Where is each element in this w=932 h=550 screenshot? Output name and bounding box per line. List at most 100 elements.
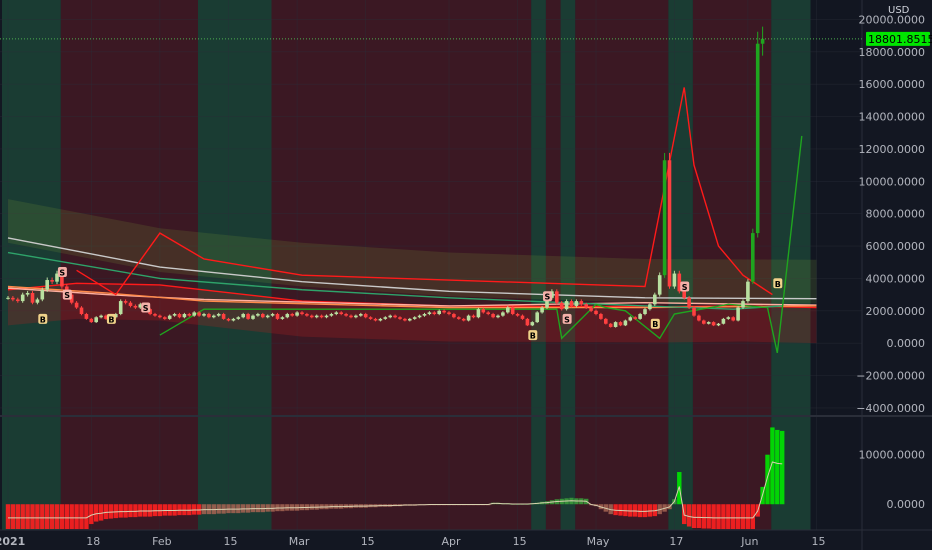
histogram-bar[interactable] xyxy=(54,504,60,530)
candle[interactable] xyxy=(216,314,221,316)
candle[interactable] xyxy=(540,307,544,313)
histogram-bar[interactable] xyxy=(89,504,94,525)
candle[interactable] xyxy=(525,318,530,326)
candle[interactable] xyxy=(481,309,486,313)
candle[interactable] xyxy=(437,310,441,315)
histogram-bar[interactable] xyxy=(108,504,114,519)
candle[interactable] xyxy=(11,297,15,300)
histogram-bar[interactable] xyxy=(5,504,11,530)
candle[interactable] xyxy=(628,317,633,321)
candle[interactable] xyxy=(711,322,716,326)
candle[interactable] xyxy=(319,315,324,318)
candle[interactable] xyxy=(403,318,407,321)
candle[interactable] xyxy=(643,309,647,315)
candle[interactable] xyxy=(510,307,515,315)
candle[interactable] xyxy=(167,315,172,319)
candle[interactable] xyxy=(535,312,539,323)
candle[interactable] xyxy=(368,317,373,319)
histogram-bar[interactable] xyxy=(123,504,128,518)
histogram-bar[interactable] xyxy=(711,504,716,530)
candle[interactable] xyxy=(398,317,402,319)
candle[interactable] xyxy=(45,280,49,290)
candle[interactable] xyxy=(755,43,760,234)
candle[interactable] xyxy=(35,299,40,303)
candle[interactable] xyxy=(270,314,275,316)
candle[interactable] xyxy=(461,318,466,321)
candle[interactable] xyxy=(305,314,309,316)
histogram-bar[interactable] xyxy=(15,504,20,530)
candle[interactable] xyxy=(574,301,579,306)
candle[interactable] xyxy=(324,315,329,318)
candle[interactable] xyxy=(310,315,314,318)
candle[interactable] xyxy=(559,302,564,310)
candle[interactable] xyxy=(751,233,755,282)
candle[interactable] xyxy=(721,318,726,324)
candle[interactable] xyxy=(687,297,691,308)
histogram-bar[interactable] xyxy=(691,504,697,529)
histogram-bar[interactable] xyxy=(64,504,69,530)
candle[interactable] xyxy=(339,312,343,315)
candle[interactable] xyxy=(638,314,642,319)
candle[interactable] xyxy=(207,314,211,318)
candle[interactable] xyxy=(177,314,182,318)
candle[interactable] xyxy=(452,314,456,318)
candle[interactable] xyxy=(6,297,10,299)
candle[interactable] xyxy=(408,318,412,321)
candle[interactable] xyxy=(246,314,250,319)
candle[interactable] xyxy=(172,314,177,316)
candle[interactable] xyxy=(442,310,446,313)
histogram-bar[interactable] xyxy=(25,504,30,530)
candle[interactable] xyxy=(290,314,294,316)
candle[interactable] xyxy=(653,294,657,305)
histogram-bar[interactable] xyxy=(765,454,770,505)
candle[interactable] xyxy=(99,315,103,318)
histogram-bar[interactable] xyxy=(147,504,153,517)
histogram-bar[interactable] xyxy=(98,504,104,521)
candle[interactable] xyxy=(94,317,98,323)
histogram-bar[interactable] xyxy=(113,504,118,519)
histogram-bar[interactable] xyxy=(20,504,25,530)
candle[interactable] xyxy=(692,307,696,316)
histogram-bar[interactable] xyxy=(686,504,692,527)
candle[interactable] xyxy=(280,317,285,319)
histogram-bar[interactable] xyxy=(94,504,99,522)
candle[interactable] xyxy=(662,160,667,276)
histogram-bar[interactable] xyxy=(726,504,731,530)
candle[interactable] xyxy=(447,312,451,315)
candle[interactable] xyxy=(506,307,510,313)
candle[interactable] xyxy=(486,312,490,315)
candle[interactable] xyxy=(648,304,652,310)
histogram-bar[interactable] xyxy=(59,504,65,530)
histogram-bar[interactable] xyxy=(133,504,138,518)
histogram-bar[interactable] xyxy=(138,504,143,517)
candle[interactable] xyxy=(736,307,740,321)
candle[interactable] xyxy=(236,317,241,319)
candle[interactable] xyxy=(123,301,128,303)
candle[interactable] xyxy=(212,315,216,318)
candle[interactable] xyxy=(746,281,750,302)
histogram-bar[interactable] xyxy=(721,504,726,530)
candle[interactable] xyxy=(344,314,348,316)
candle[interactable] xyxy=(530,322,535,326)
candle[interactable] xyxy=(182,314,187,318)
candle[interactable] xyxy=(388,315,392,318)
candle[interactable] xyxy=(163,317,167,319)
candle[interactable] xyxy=(16,299,20,302)
candle[interactable] xyxy=(221,314,226,319)
candle[interactable] xyxy=(515,314,520,316)
candle[interactable] xyxy=(359,314,363,316)
candle[interactable] xyxy=(30,292,35,303)
histogram-bar[interactable] xyxy=(182,504,187,516)
histogram-bar[interactable] xyxy=(103,504,109,520)
candle[interactable] xyxy=(241,314,245,318)
candle[interactable] xyxy=(20,294,25,302)
histogram-bar[interactable] xyxy=(750,504,755,530)
candle[interactable] xyxy=(261,314,265,318)
histogram-bar[interactable] xyxy=(740,504,746,530)
candle[interactable] xyxy=(432,312,437,315)
candle[interactable] xyxy=(604,318,608,324)
candle[interactable] xyxy=(128,302,133,306)
candle[interactable] xyxy=(682,291,686,298)
histogram-bar[interactable] xyxy=(35,504,40,530)
histogram-bar[interactable] xyxy=(79,504,84,530)
